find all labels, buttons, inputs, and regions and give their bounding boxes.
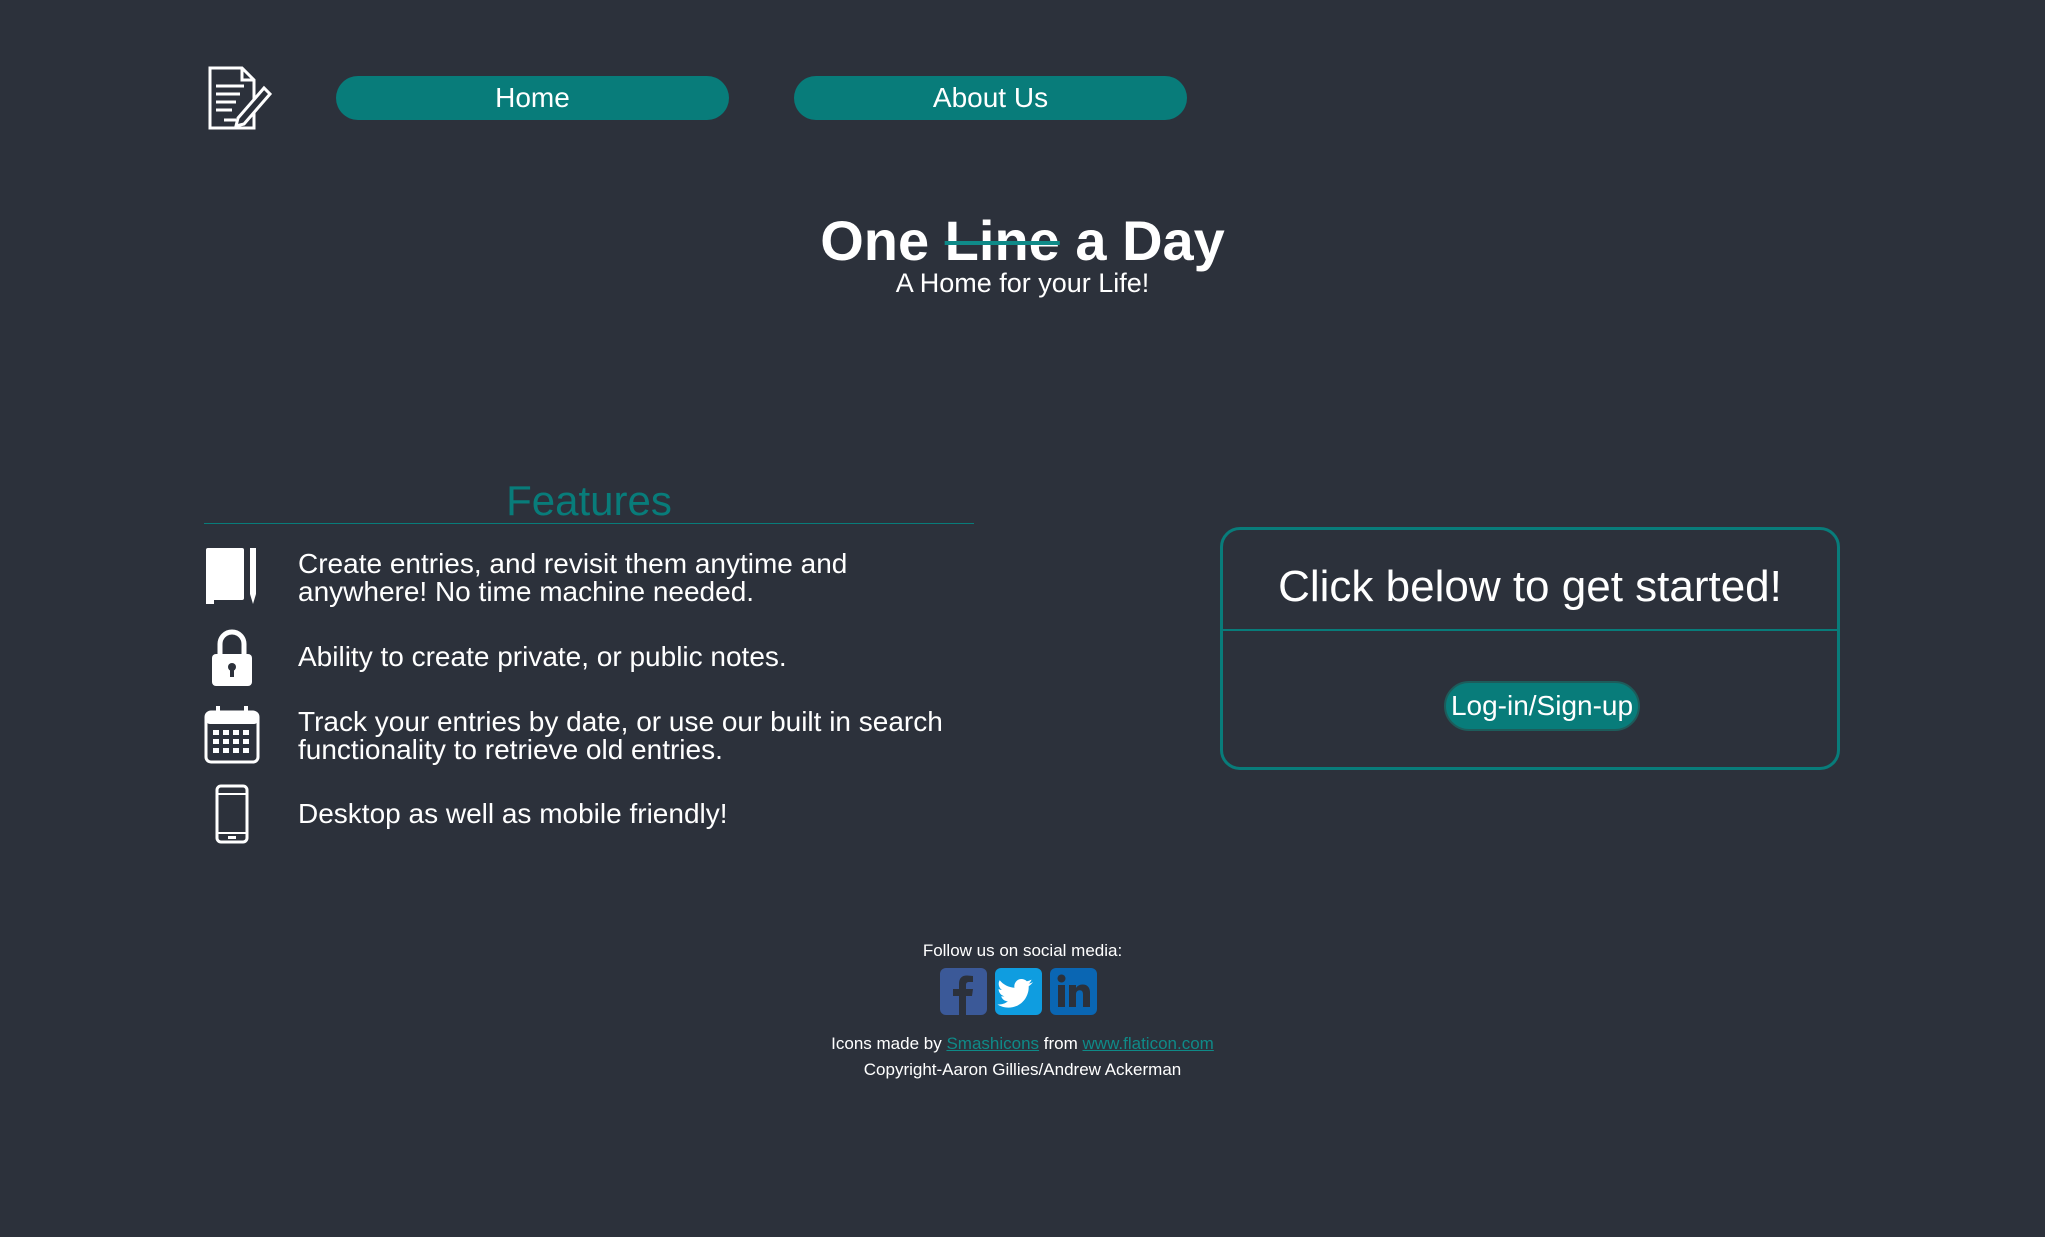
nav-home-button[interactable]: Home [336, 76, 729, 120]
social-follow-label: Follow us on social media: [922, 941, 1123, 960]
features-heading: Features [506, 477, 672, 524]
facebook-icon[interactable] [940, 968, 987, 1015]
padlock-icon [204, 628, 260, 688]
get-started-heading: Click below to get started! [1278, 562, 1782, 611]
flaticon-link[interactable]: www.flaticon.com [1083, 1034, 1214, 1053]
calendar-icon [204, 704, 260, 764]
linkedin-icon[interactable] [1050, 968, 1097, 1015]
smashicons-link[interactable]: Smashicons [946, 1034, 1039, 1053]
credits-from: from [1043, 1034, 1078, 1053]
credits-prefix: Icons made by [831, 1034, 942, 1053]
notepad-pen-icon[interactable] [204, 64, 273, 132]
feature-text-tracking: Track your entries by date, or use our b… [298, 706, 943, 765]
title-word-a-day: a Day [1075, 209, 1225, 272]
feature-text-mobile: Desktop as well as mobile friendly! [298, 798, 728, 829]
smartphone-icon [204, 784, 260, 844]
copyright-text: Copyright-Aaron Gillies/Andrew Ackerman [863, 1060, 1182, 1079]
feature-text-privacy: Ability to create private, or public not… [298, 641, 787, 672]
notebook-pencil-icon [204, 546, 260, 606]
features-divider [204, 523, 974, 524]
twitter-icon[interactable] [995, 968, 1042, 1015]
nav-about-button[interactable]: About Us [794, 76, 1187, 120]
social-links [940, 968, 1097, 1016]
card-divider [1223, 629, 1837, 631]
title-word-one: One [820, 209, 930, 272]
feature-text-entries: Create entries, and revisit them anytime… [298, 548, 848, 607]
login-signup-button[interactable]: Log-in/Sign-up [1444, 681, 1640, 731]
page-subtitle: A Home for your Life! [895, 268, 1150, 298]
title-strikethrough-word: Line [944, 209, 1060, 272]
get-started-card: Click below to get started! Log-in/Sign-… [1220, 527, 1840, 770]
icon-credits: Icons made by Smashicons from www.flatic… [0, 1034, 2045, 1054]
